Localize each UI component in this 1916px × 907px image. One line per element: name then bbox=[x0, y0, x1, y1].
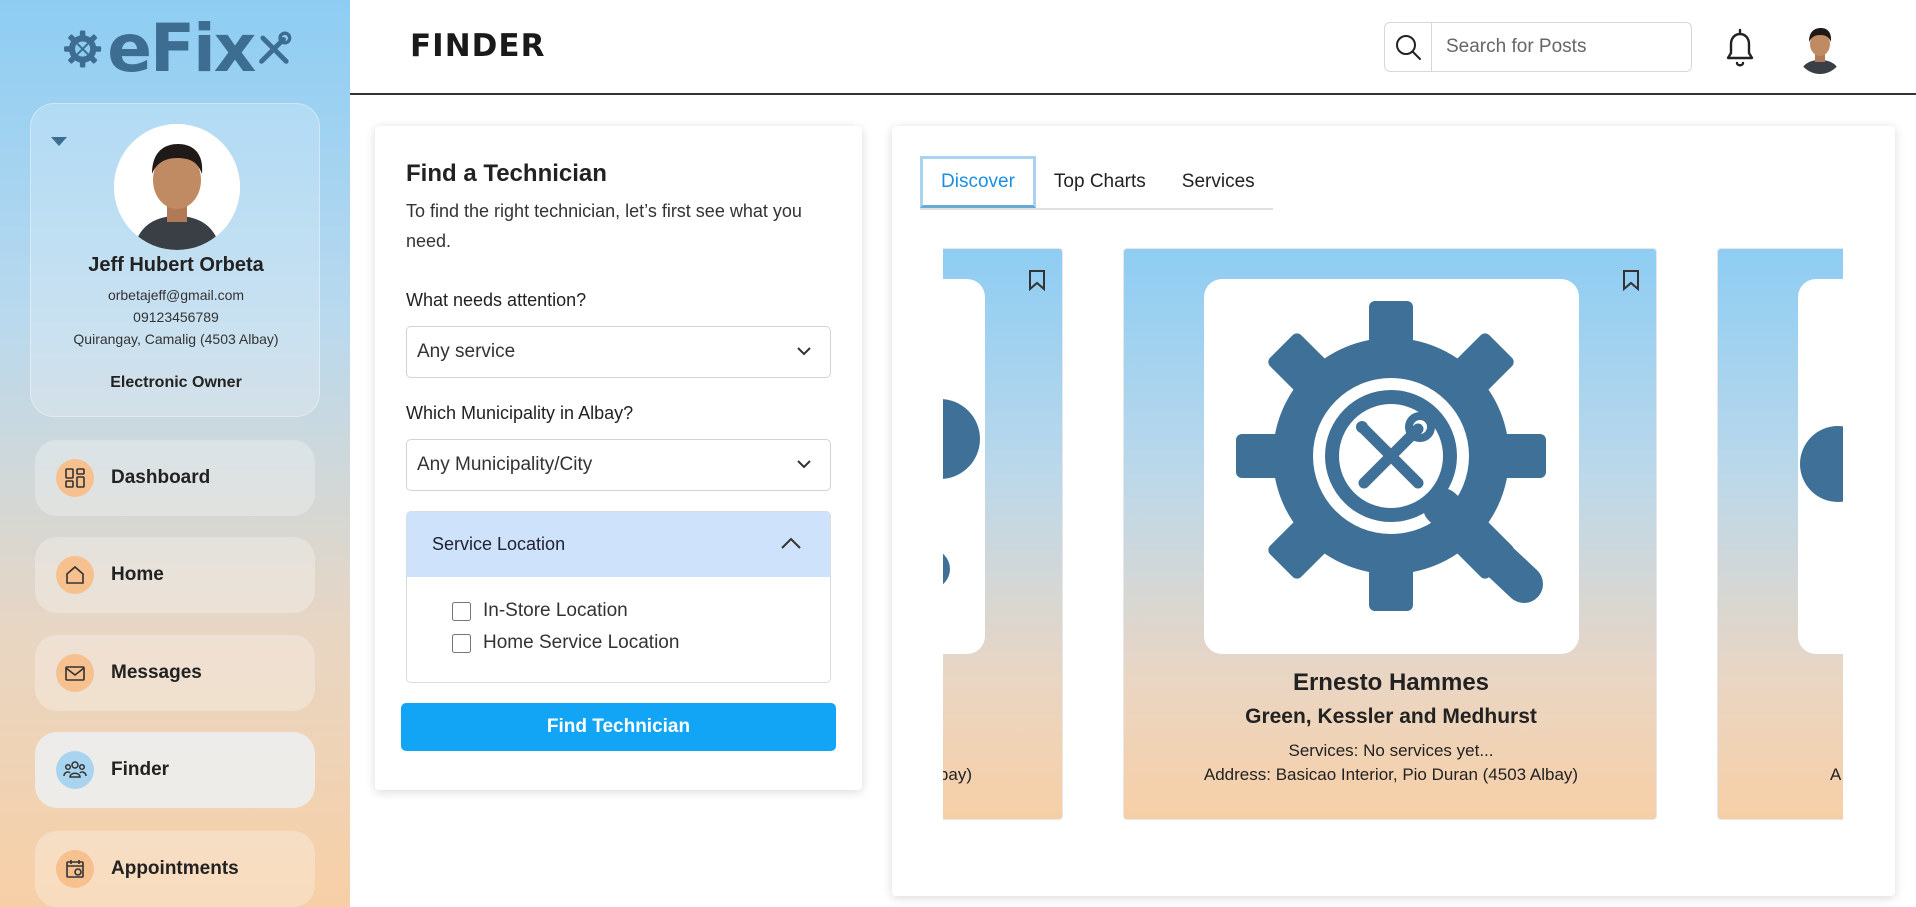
profile-phone: 09123456789 bbox=[133, 309, 219, 325]
home-service-label: Home Service Location bbox=[483, 632, 680, 653]
technician-company: Green, Kessler and Medhurst bbox=[1245, 705, 1537, 728]
crossed-tools-icon bbox=[259, 31, 292, 64]
search-input[interactable] bbox=[1432, 23, 1691, 71]
technician-card-image bbox=[1798, 279, 1843, 654]
logo-text: eFix bbox=[107, 10, 256, 87]
sidebar-item-label: Dashboard bbox=[111, 467, 211, 488]
find-technician-panel: Find a Technician To find the right tech… bbox=[375, 126, 862, 790]
profile-role: Electronic Owner bbox=[110, 374, 242, 391]
technician-card-image bbox=[943, 279, 985, 654]
municipality-select-value: Any Municipality/City bbox=[417, 454, 593, 475]
search-icon[interactable] bbox=[1385, 23, 1432, 71]
profile-email: orbetajeff@gmail.com bbox=[107, 287, 245, 303]
sidebar-item-label: Appointments bbox=[111, 858, 239, 879]
profile-card: Jeff Hubert Orbeta orbetajeff@gmail.com … bbox=[30, 103, 320, 417]
municipality-label: Which Municipality in Albay? bbox=[406, 403, 634, 423]
sidebar-item-appointments[interactable]: Appointments bbox=[35, 831, 315, 907]
technician-address: Address: Basicao Interior, Pio Duran (45… bbox=[1203, 765, 1579, 784]
profile-name: Jeff Hubert Orbeta bbox=[88, 254, 264, 276]
dashboard-icon bbox=[56, 459, 94, 497]
sidebar: eFix Jeff Hubert Orbeta orbetajeff@gmail… bbox=[0, 0, 350, 907]
technician-address-fragment: bay) bbox=[943, 765, 972, 784]
service-location-header[interactable]: Service Location bbox=[407, 512, 830, 577]
in-store-option: In-Store Location bbox=[452, 600, 628, 622]
home-service-checkbox[interactable] bbox=[452, 633, 471, 653]
users-icon bbox=[56, 751, 94, 789]
gear-tools-icon bbox=[64, 30, 102, 68]
technician-services: Services: No services yet... bbox=[1288, 741, 1494, 760]
bookmark-icon[interactable] bbox=[1622, 269, 1640, 291]
technician-name: Ernesto Hammes bbox=[1292, 669, 1490, 696]
in-store-checkbox[interactable] bbox=[452, 601, 471, 621]
efix-logo[interactable]: eFix bbox=[62, 16, 292, 82]
find-technician-button[interactable]: Find Technician bbox=[401, 703, 836, 751]
technician-card-next[interactable]: A bbox=[1717, 248, 1843, 820]
technician-carousel: bay) Ernesto Hammes Green, Kessler and M… bbox=[943, 248, 1843, 822]
sidebar-item-label: Home bbox=[111, 564, 164, 585]
user-avatar[interactable] bbox=[1796, 22, 1844, 74]
service-location-accordion: Service Location In-Store Location Home … bbox=[406, 511, 831, 683]
form-subtitle: To find the right technician, let’s firs… bbox=[406, 201, 802, 251]
tab-top-charts[interactable]: Top Charts bbox=[1036, 156, 1164, 208]
technician-card[interactable]: Ernesto Hammes Green, Kessler and Medhur… bbox=[1123, 248, 1657, 820]
profile-address: Quirangay, Camalig (4503 Albay) bbox=[73, 331, 279, 347]
sidebar-item-dashboard[interactable]: Dashboard bbox=[35, 440, 315, 516]
tab-services[interactable]: Services bbox=[1164, 156, 1273, 208]
sidebar-item-home[interactable]: Home bbox=[35, 537, 315, 613]
service-label: What needs attention? bbox=[406, 290, 587, 310]
home-service-option: Home Service Location bbox=[452, 632, 679, 654]
service-location-title: Service Location bbox=[432, 534, 566, 554]
chevron-up-icon bbox=[781, 537, 801, 549]
home-icon bbox=[56, 556, 94, 594]
collapse-caret-icon[interactable] bbox=[51, 137, 67, 146]
envelope-icon bbox=[56, 654, 94, 692]
form-title: Find a Technician bbox=[406, 160, 607, 187]
in-store-label: In-Store Location bbox=[483, 600, 628, 621]
municipality-select[interactable]: Any Municipality/City bbox=[406, 439, 831, 491]
gear-search-icon bbox=[1236, 301, 1546, 611]
technician-address-fragment: A bbox=[1830, 765, 1842, 784]
results-panel: Discover Top Charts Services bay) Ernest… bbox=[892, 126, 1895, 896]
sidebar-item-label: Messages bbox=[111, 662, 202, 683]
page-title: FINDER bbox=[410, 28, 546, 64]
technician-card-image bbox=[1204, 279, 1579, 654]
sidebar-item-finder[interactable]: Finder bbox=[35, 732, 315, 808]
sidebar-item-label: Finder bbox=[111, 759, 170, 780]
notification-bell-icon[interactable] bbox=[1720, 26, 1760, 70]
calendar-icon bbox=[56, 850, 94, 888]
service-select-value: Any service bbox=[417, 341, 516, 362]
chevron-down-icon bbox=[797, 347, 811, 356]
chevron-down-icon bbox=[797, 460, 811, 469]
top-header: FINDER bbox=[350, 0, 1916, 95]
tab-discover[interactable]: Discover bbox=[920, 156, 1036, 208]
technician-card-previous[interactable]: bay) bbox=[943, 248, 1063, 820]
service-select[interactable]: Any service bbox=[406, 326, 831, 378]
results-tabs: Discover Top Charts Services bbox=[920, 156, 1273, 210]
search-bar bbox=[1384, 22, 1692, 72]
profile-avatar bbox=[114, 124, 240, 250]
sidebar-item-messages[interactable]: Messages bbox=[35, 635, 315, 711]
bookmark-icon[interactable] bbox=[1028, 269, 1046, 291]
